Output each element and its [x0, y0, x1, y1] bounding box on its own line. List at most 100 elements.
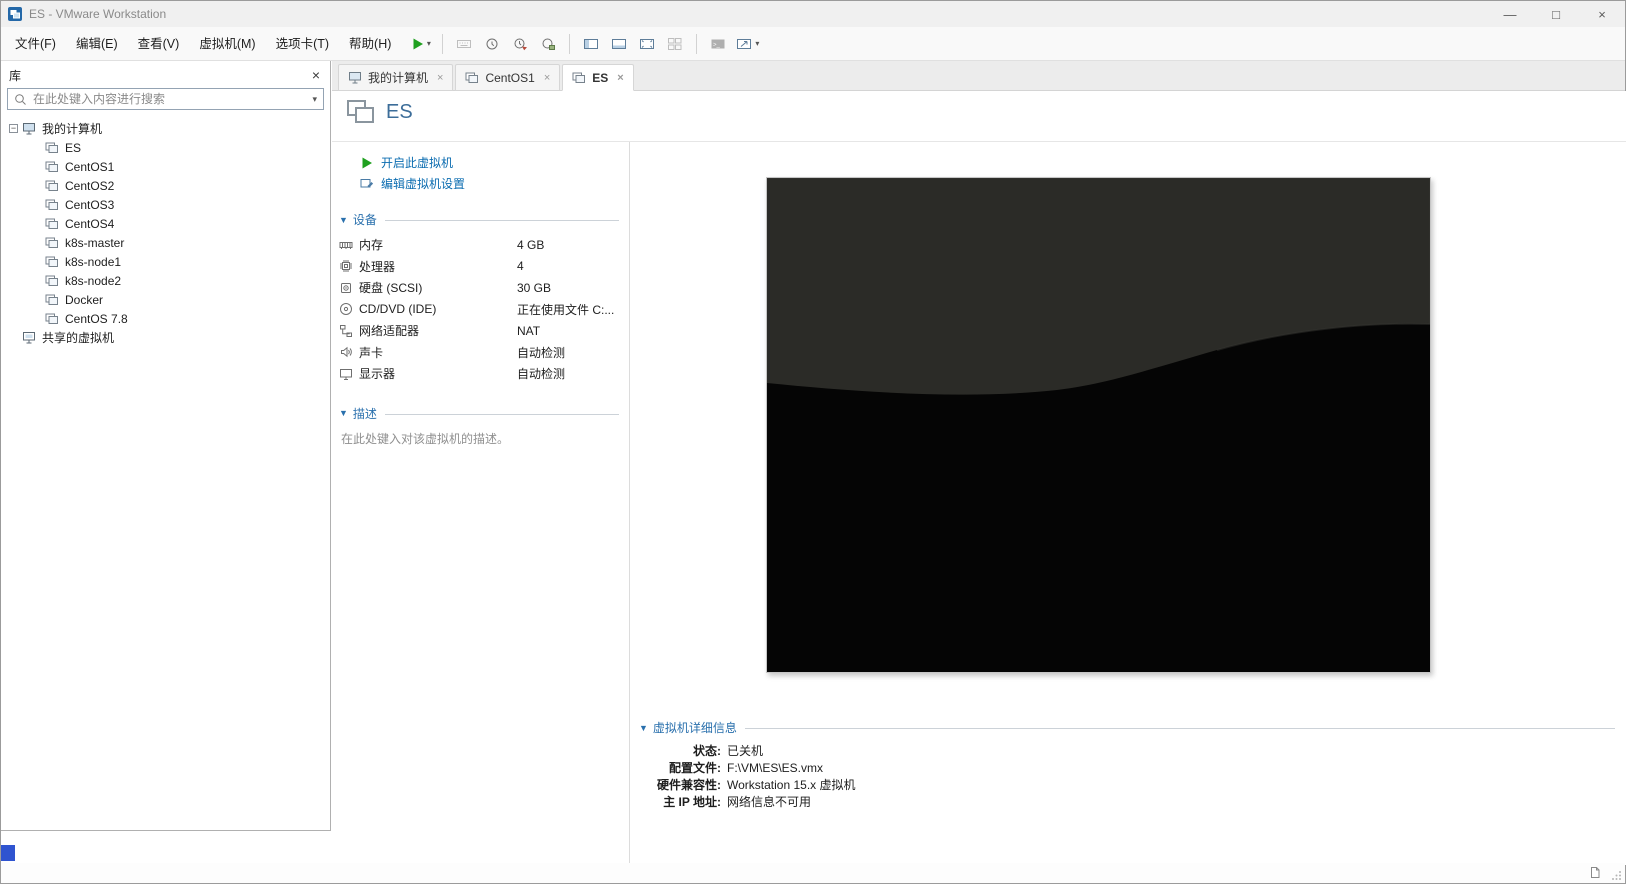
- tree-node-centos4[interactable]: CentOS4: [1, 214, 330, 233]
- memory-icon: [338, 238, 354, 252]
- sound-icon: [338, 345, 354, 359]
- action-edit-vm-settings[interactable]: 编辑虚拟机设置: [360, 173, 629, 194]
- collapse-triangle-icon: ▼: [339, 214, 348, 225]
- power-on-button[interactable]: ▾: [409, 31, 433, 57]
- menu-help[interactable]: 帮助(H): [339, 27, 401, 61]
- menu-tabs[interactable]: 选项卡(T): [266, 27, 339, 61]
- send-ctrl-alt-del-button[interactable]: [452, 31, 476, 57]
- tree-node-k8s-node1[interactable]: k8s-node1: [1, 252, 330, 271]
- tree-node-es[interactable]: ES: [1, 138, 330, 157]
- window-controls: — □ ×: [1487, 1, 1625, 27]
- dropdown-caret-icon[interactable]: ▾: [427, 39, 431, 48]
- vmware-workstation-window: ES - VMware Workstation — □ × 文件(F) 编辑(E)…: [0, 0, 1626, 884]
- tab-strip: 我的计算机 × CentOS1 × ES ×: [332, 61, 1625, 91]
- show-thumbnail-bar-button[interactable]: [607, 31, 631, 57]
- vm-header: ES: [346, 99, 413, 126]
- snapshot-take-button[interactable]: [480, 31, 504, 57]
- fullscreen-icon: [639, 37, 655, 51]
- tree-node-centos-7-8[interactable]: CentOS 7.8: [1, 309, 330, 328]
- snapshot-manage-button[interactable]: [536, 31, 560, 57]
- tab-2-es[interactable]: ES ×: [562, 64, 634, 91]
- tree-node-centos3[interactable]: CentOS3: [1, 195, 330, 214]
- menu-view[interactable]: 查看(V): [128, 27, 190, 61]
- vm-preview-screenshot[interactable]: [766, 177, 1431, 673]
- details-section-title: 虚拟机详细信息: [652, 721, 737, 735]
- tab-0-item[interactable]: 我的计算机 ×: [338, 64, 454, 91]
- library-close-icon[interactable]: ×: [312, 67, 320, 83]
- console-button[interactable]: >_: [706, 31, 730, 57]
- snapshot-take-icon: [485, 37, 500, 51]
- tab-1-centos1[interactable]: CentOS1 ×: [455, 64, 561, 91]
- tree-node-my-computer[interactable]: − 我的计算机: [1, 119, 330, 138]
- menu-toolbar-row: 文件(F) 编辑(E) 查看(V) 虚拟机(M) 选项卡(T) 帮助(H) ▾ >_ ▾: [1, 27, 1625, 61]
- menu-vm[interactable]: 虚拟机(M): [189, 27, 265, 61]
- processor-icon: [338, 259, 354, 273]
- cd-icon: [338, 302, 354, 316]
- console-icon: >_: [710, 37, 726, 51]
- snapshot-manage-icon: [541, 37, 556, 51]
- unity-button[interactable]: [663, 31, 687, 57]
- device-row-disk[interactable]: 硬盘 (SCSI) 30 GB: [332, 277, 629, 299]
- menu-bar: 文件(F) 编辑(E) 查看(V) 虚拟机(M) 选项卡(T) 帮助(H): [5, 27, 401, 61]
- tab-close-icon[interactable]: ×: [437, 72, 443, 84]
- menu-file[interactable]: 文件(F): [5, 27, 66, 61]
- action-power-on-vm[interactable]: 开启此虚拟机: [360, 152, 629, 173]
- panel-divider: [629, 142, 630, 865]
- dropdown-caret-icon[interactable]: ▾: [755, 39, 759, 48]
- fullscreen-button[interactable]: [635, 31, 659, 57]
- resize-grip[interactable]: [1612, 870, 1622, 880]
- description-section-header[interactable]: ▼ 描述: [339, 405, 619, 422]
- vmware-app-icon: [7, 6, 23, 22]
- description-placeholder[interactable]: 在此处键入对该虚拟机的描述。: [341, 430, 629, 447]
- section-rule: [384, 413, 619, 415]
- unity-icon: [667, 37, 683, 51]
- show-library-button[interactable]: [579, 31, 603, 57]
- status-bar: [1, 863, 1625, 883]
- tree-node-centos2[interactable]: CentOS2: [1, 176, 330, 195]
- tree-node-k8s-node2[interactable]: k8s-node2: [1, 271, 330, 290]
- tree-node-centos1[interactable]: CentOS1: [1, 157, 330, 176]
- vm-page-icon: [346, 99, 376, 126]
- svg-text:>_: >_: [713, 42, 721, 48]
- maximize-button[interactable]: □: [1533, 1, 1579, 27]
- display-stretch-button[interactable]: ▾: [734, 31, 761, 57]
- tree-node-docker[interactable]: Docker: [1, 290, 330, 309]
- device-row-sound[interactable]: 声卡 自动检测: [332, 342, 629, 364]
- device-row-processor[interactable]: 处理器 4: [332, 256, 629, 278]
- close-button[interactable]: ×: [1579, 1, 1625, 27]
- edit-settings-icon: [360, 178, 374, 190]
- toolbar: ▾ >_ ▾: [407, 31, 763, 57]
- status-doc-icon[interactable]: [1589, 866, 1601, 879]
- window-title: ES - VMware Workstation: [29, 7, 167, 21]
- vm-icon: [45, 218, 59, 230]
- snapshot-revert-button[interactable]: [508, 31, 532, 57]
- library-pane-icon: [583, 37, 599, 51]
- library-search-box[interactable]: ▾: [7, 88, 324, 110]
- vm-icon: [45, 294, 59, 306]
- collapse-icon[interactable]: −: [9, 124, 18, 133]
- vm-icon: [45, 256, 59, 268]
- display-icon: [338, 367, 354, 381]
- minimize-button[interactable]: —: [1487, 1, 1533, 27]
- detail-row: 配置文件: F:\VM\ES\ES.vmx: [669, 761, 824, 775]
- menu-edit[interactable]: 编辑(E): [66, 27, 128, 61]
- device-row-cd[interactable]: CD/DVD (IDE) 正在使用文件 C:...: [332, 299, 629, 321]
- devices-section-header[interactable]: ▼ 设备: [339, 211, 619, 228]
- device-row-network[interactable]: 网络适配器 NAT: [332, 320, 629, 342]
- vm-icon: [45, 142, 59, 154]
- search-dropdown-caret-icon[interactable]: ▾: [312, 94, 317, 105]
- tree-node-shared-vms[interactable]: 共享的虚拟机: [1, 328, 330, 347]
- section-rule: [744, 728, 1615, 729]
- tab-close-icon[interactable]: ×: [544, 72, 550, 84]
- vm-icon: [45, 161, 59, 173]
- title-bar: ES - VMware Workstation — □ ×: [1, 1, 1625, 27]
- device-row-memory[interactable]: 内存 4 GB: [332, 234, 629, 256]
- details-section-header[interactable]: ▼ 虚拟机详细信息: [639, 719, 1615, 736]
- device-row-display[interactable]: 显示器 自动检测: [332, 363, 629, 385]
- vm-actions: 开启此虚拟机 编辑虚拟机设置: [332, 142, 629, 194]
- tab-close-icon[interactable]: ×: [617, 72, 623, 84]
- toolbar-separator: [696, 33, 698, 54]
- tree-node-k8s-master[interactable]: k8s-master: [1, 233, 330, 252]
- search-input[interactable]: [33, 92, 313, 106]
- collapse-triangle-icon: ▼: [339, 408, 348, 418]
